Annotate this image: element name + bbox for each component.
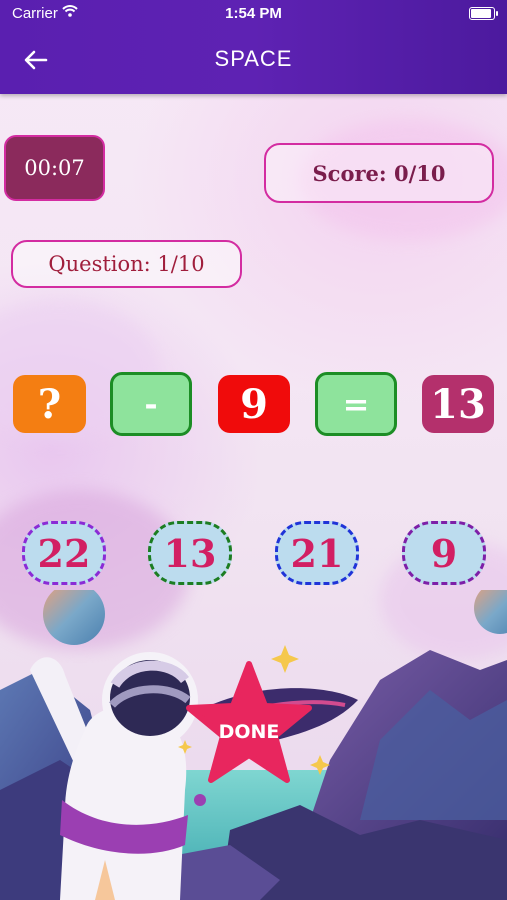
status-bar: Carrier 1:54 PM	[0, 0, 507, 26]
score-display: Score: 0/10	[264, 143, 494, 203]
answer-choice-3[interactable]: 21	[275, 521, 359, 585]
unknown-operand-tile: ?	[13, 375, 86, 433]
operator-tile: -	[110, 372, 192, 436]
answer-choice-2[interactable]: 13	[148, 521, 232, 585]
timer-display: 00:07	[4, 135, 105, 201]
answer-choice-1[interactable]: 22	[22, 521, 106, 585]
done-button-label: DONE	[219, 721, 280, 743]
status-time: 1:54 PM	[225, 5, 282, 22]
equals-tile: =	[315, 372, 397, 436]
battery-icon	[469, 7, 498, 20]
answer-choice-4[interactable]: 9	[402, 521, 486, 585]
question-counter: Question: 1/10	[11, 240, 242, 288]
page-title: SPACE	[214, 46, 293, 71]
second-operand-tile: 9	[218, 375, 290, 433]
done-button[interactable]: DONE	[185, 660, 313, 790]
result-tile: 13	[422, 375, 494, 433]
